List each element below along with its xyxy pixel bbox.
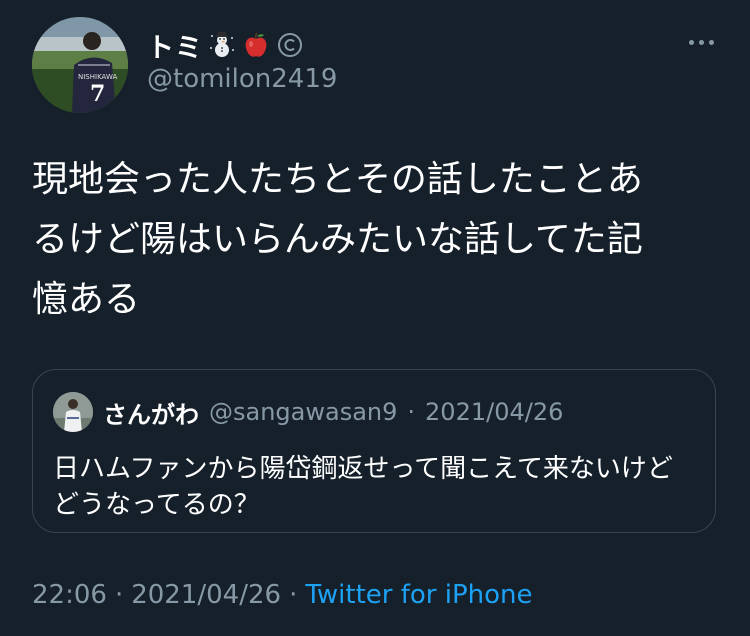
quoted-separator: · bbox=[407, 398, 416, 426]
more-dot bbox=[709, 40, 714, 45]
quoted-author-name[interactable]: さんがわ bbox=[103, 395, 199, 430]
snowman-icon bbox=[207, 30, 237, 60]
quoted-author-handle[interactable]: @sangawasan9 bbox=[209, 398, 397, 426]
author-handle[interactable]: @tomilon2419 bbox=[147, 64, 337, 94]
meta-separator: · bbox=[114, 580, 124, 610]
tweet-date[interactable]: 2021/04/26 bbox=[131, 580, 281, 610]
quoted-tweet-header: さんがわ @sangawasan9 · 2021/04/26 bbox=[53, 392, 563, 432]
author-display-name[interactable]: トミ bbox=[147, 26, 203, 65]
copyright-icon bbox=[275, 30, 305, 60]
more-dot bbox=[699, 40, 704, 45]
tweet-text: 現地会った人たちとその話したことあ るけど陽はいらんみたいな話してた記 憶ある bbox=[32, 159, 643, 320]
more-dot bbox=[689, 40, 694, 45]
avatar-jersey-name: NISHIKAWA bbox=[78, 73, 117, 81]
author-name-row[interactable]: トミ bbox=[147, 26, 305, 65]
tweet-meta: 22:06 · 2021/04/26 · Twitter for iPhone bbox=[32, 580, 533, 610]
meta-separator: · bbox=[289, 580, 298, 610]
apple-icon bbox=[241, 30, 271, 60]
quoted-tweet-card[interactable]: さんがわ @sangawasan9 · 2021/04/26 日ハムファンから陽… bbox=[32, 369, 716, 533]
author-avatar[interactable]: 7 NISHIKAWA bbox=[32, 17, 128, 113]
quoted-author-avatar[interactable] bbox=[53, 392, 93, 432]
quoted-date[interactable]: 2021/04/26 bbox=[425, 398, 563, 426]
tweet-time[interactable]: 22:06 bbox=[32, 580, 107, 610]
tweet-container: 7 NISHIKAWA トミ @tomilon2419 現地会った人たちとその話… bbox=[0, 0, 750, 636]
tweet-source-link[interactable]: Twitter for iPhone bbox=[305, 580, 532, 610]
more-options-icon[interactable] bbox=[689, 40, 714, 45]
quoted-tweet-text: 日ハムファンから陽岱鋼返せって聞こえて来ないけど どうなってるの？ bbox=[53, 454, 673, 520]
avatar-jersey-number: 7 bbox=[90, 81, 105, 107]
